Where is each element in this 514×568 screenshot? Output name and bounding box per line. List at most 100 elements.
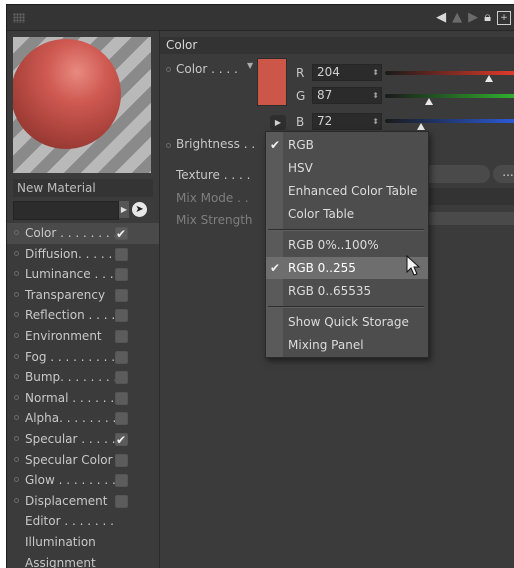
material-preview[interactable] bbox=[13, 37, 151, 173]
red-channel-label: R bbox=[296, 66, 304, 80]
menu-item[interactable]: ✔RGB 0..255 bbox=[266, 257, 428, 279]
channel-checkbox[interactable] bbox=[115, 371, 128, 384]
channel-anim-dot-icon bbox=[14, 477, 19, 482]
channel-checkbox[interactable] bbox=[115, 330, 128, 343]
brightness-anim-dot-icon[interactable] bbox=[166, 143, 171, 148]
menu-item[interactable]: Show Quick Storage bbox=[266, 311, 428, 333]
channel-item[interactable]: Assignment bbox=[7, 553, 159, 568]
channel-anim-dot-icon bbox=[14, 251, 19, 256]
color-swatch[interactable] bbox=[257, 58, 287, 106]
blue-channel-label: B bbox=[296, 115, 304, 129]
color-anim-dot-icon[interactable] bbox=[166, 67, 171, 72]
menu-item[interactable]: Color Table bbox=[266, 203, 428, 225]
menu-item-label: HSV bbox=[288, 161, 313, 175]
drag-grip-icon[interactable] bbox=[13, 13, 25, 23]
green-value-field[interactable]: 87 ⬍ bbox=[312, 87, 382, 104]
channel-label: Displacement bbox=[25, 494, 108, 508]
channel-item[interactable]: Diffusion. . . . . . bbox=[7, 244, 159, 265]
channel-item[interactable]: Illumination bbox=[7, 532, 159, 553]
channel-checkbox[interactable] bbox=[115, 495, 128, 508]
channel-checkbox[interactable] bbox=[115, 248, 128, 261]
red-spinner-icon[interactable]: ⬍ bbox=[372, 65, 379, 80]
texture-field[interactable] bbox=[422, 165, 490, 183]
menu-item[interactable]: ✔RGB bbox=[266, 134, 428, 156]
material-name[interactable]: New Material bbox=[13, 179, 153, 197]
menu-item[interactable]: HSV bbox=[266, 157, 428, 179]
mix-strength-slider[interactable] bbox=[422, 212, 514, 225]
menu-item-label: RGB bbox=[288, 138, 314, 152]
material-preview-sphere bbox=[13, 39, 121, 149]
channel-label: Editor . . . . . . . bbox=[25, 514, 114, 528]
channel-item[interactable]: Fog . . . . . . . . . bbox=[7, 347, 159, 368]
channel-label: Fog . . . . . . . . . bbox=[25, 350, 115, 364]
texture-label: Texture . . . . bbox=[176, 168, 250, 182]
green-channel-label: G bbox=[296, 89, 305, 103]
channel-label: Reflection . . . . bbox=[25, 308, 115, 322]
menu-item[interactable]: RGB 0..65535 bbox=[266, 280, 428, 302]
check-icon: ✔ bbox=[270, 257, 280, 279]
channel-item[interactable]: Color . . . . . . . . bbox=[7, 223, 159, 244]
mix-mode-select[interactable] bbox=[422, 188, 514, 205]
red-slider-knob[interactable] bbox=[485, 75, 493, 82]
channel-checkbox[interactable] bbox=[115, 351, 128, 364]
channel-checkbox[interactable] bbox=[115, 392, 128, 405]
channel-item[interactable]: Normal . . . . . . bbox=[7, 388, 159, 409]
green-slider[interactable] bbox=[385, 94, 514, 98]
green-spinner-icon[interactable]: ⬍ bbox=[372, 88, 379, 103]
channel-item[interactable]: Specular Color bbox=[7, 450, 159, 471]
expand-arrow-icon[interactable]: ▶ bbox=[119, 201, 129, 218]
channel-checkbox[interactable] bbox=[115, 433, 128, 446]
channel-label: Specular . . . . . bbox=[25, 432, 116, 446]
forward-arrow-icon[interactable]: ▶ bbox=[468, 10, 478, 26]
channel-checkbox[interactable] bbox=[115, 412, 128, 425]
material-name-field[interactable] bbox=[13, 201, 119, 220]
channel-checkbox[interactable] bbox=[115, 268, 128, 281]
title-bar-icons: ◀ ▲ ▶ 🔒︎ + bbox=[436, 9, 511, 27]
channel-item[interactable]: Transparency bbox=[7, 285, 159, 306]
channel-anim-dot-icon bbox=[14, 312, 19, 317]
channel-checkbox[interactable] bbox=[115, 289, 128, 302]
channel-label: Transparency bbox=[25, 288, 105, 302]
channel-item[interactable]: Alpha. . . . . . . . bbox=[7, 408, 159, 429]
red-slider[interactable] bbox=[385, 71, 514, 75]
menu-item[interactable]: RGB 0%..100% bbox=[266, 234, 428, 256]
red-value-field[interactable]: 204 ⬍ bbox=[312, 64, 382, 81]
back-arrow-icon[interactable]: ◀ bbox=[436, 10, 446, 26]
expand-channels-icon[interactable]: ▶ bbox=[270, 115, 286, 130]
channel-item[interactable]: Bump. . . . . . . . bbox=[7, 367, 159, 388]
channel-checkbox[interactable] bbox=[115, 227, 128, 240]
channel-anim-dot-icon bbox=[14, 292, 19, 297]
channel-item[interactable]: Editor . . . . . . . bbox=[7, 511, 159, 532]
texture-browse-button[interactable]: ... bbox=[493, 165, 514, 183]
channel-item[interactable]: Luminance . . . . bbox=[7, 264, 159, 285]
color-mode-menu: ✔RGBHSVEnhanced Color TableColor TableRG… bbox=[265, 131, 429, 358]
blue-spinner-icon[interactable]: ⬍ bbox=[372, 114, 379, 129]
channel-item[interactable]: Reflection . . . . bbox=[7, 305, 159, 326]
green-slider-knob[interactable] bbox=[425, 98, 433, 105]
color-menu-arrow-icon[interactable]: ▼ bbox=[247, 61, 253, 70]
red-value: 204 bbox=[317, 65, 340, 79]
new-panel-icon[interactable]: + bbox=[497, 11, 511, 25]
channel-anim-dot-icon bbox=[14, 374, 19, 379]
channel-label: Bump. . . . . . . . bbox=[25, 370, 117, 384]
up-arrow-icon[interactable]: ▲ bbox=[452, 10, 462, 26]
channel-item[interactable]: Specular . . . . . bbox=[7, 429, 159, 450]
menu-item[interactable]: Enhanced Color Table bbox=[266, 180, 428, 202]
channel-item[interactable]: Environment bbox=[7, 326, 159, 347]
channel-anim-dot-icon bbox=[14, 415, 19, 420]
lock-icon[interactable]: 🔒︎ bbox=[484, 10, 491, 26]
channel-checkbox[interactable] bbox=[115, 309, 128, 322]
pick-cursor-icon[interactable]: ➤ bbox=[132, 202, 147, 217]
blue-slider[interactable] bbox=[385, 119, 514, 123]
channel-item[interactable]: Glow . . . . . . . . bbox=[7, 470, 159, 491]
channel-label: Specular Color bbox=[25, 453, 113, 467]
mix-mode-label: Mix Mode . . bbox=[176, 191, 249, 205]
blue-value-field[interactable]: 72 ⬍ bbox=[312, 113, 382, 130]
channel-checkbox[interactable] bbox=[115, 454, 128, 467]
mouse-pointer-icon bbox=[406, 255, 422, 277]
menu-item[interactable]: Mixing Panel bbox=[266, 334, 428, 356]
channel-item[interactable]: Displacement bbox=[7, 491, 159, 512]
menu-item-label: RGB 0..65535 bbox=[288, 284, 371, 298]
channel-checkbox[interactable] bbox=[115, 474, 128, 487]
blue-slider-knob[interactable] bbox=[417, 123, 425, 130]
